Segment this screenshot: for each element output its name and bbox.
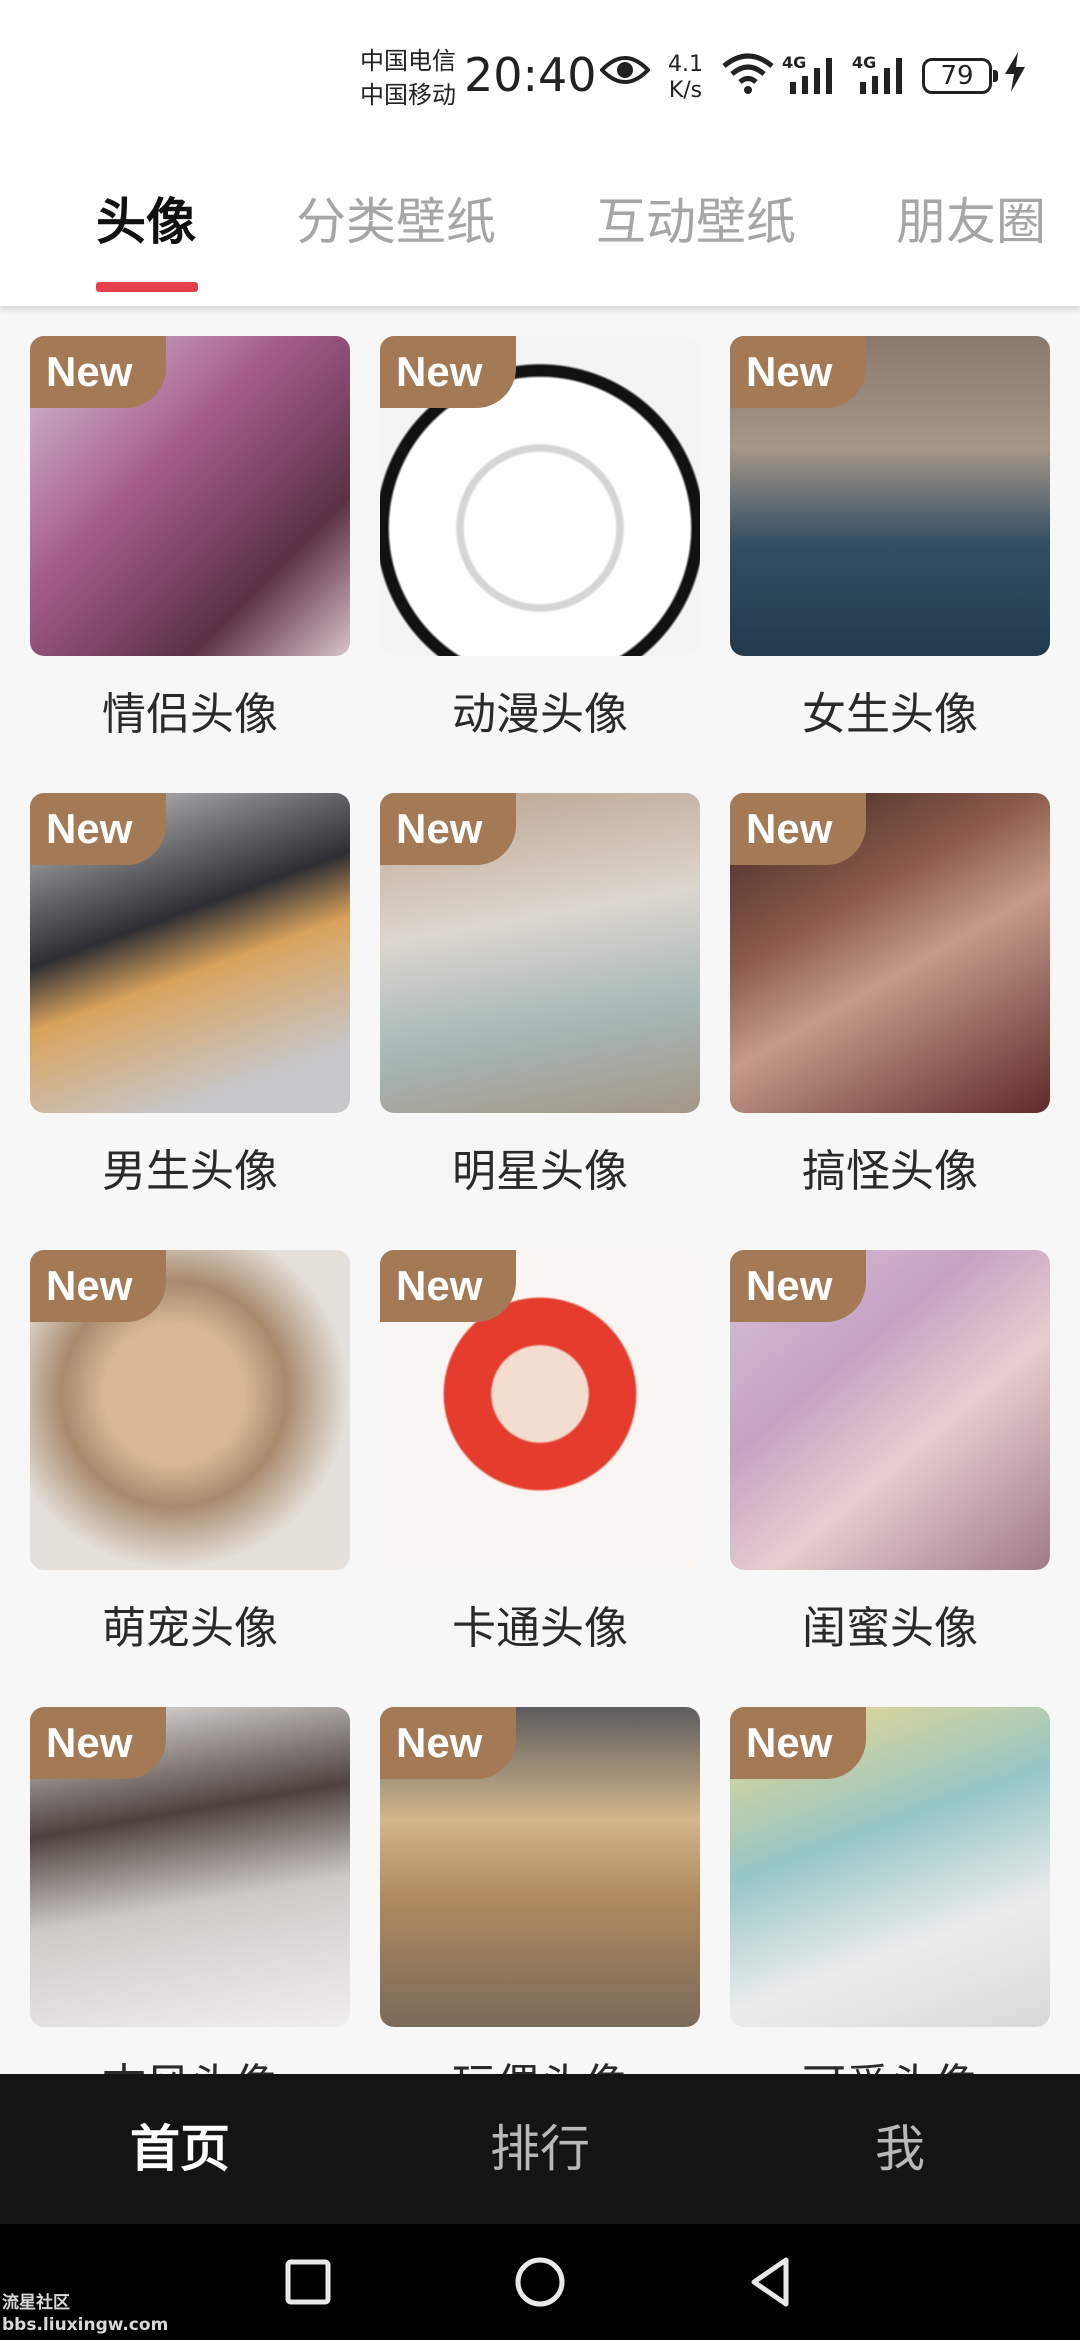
thumbnail-image: New bbox=[380, 336, 700, 656]
battery-icon: 79 bbox=[922, 58, 998, 94]
grid-item-label: 古风头像 bbox=[30, 2049, 350, 2074]
grid-item-anime[interactable]: New 动漫头像 bbox=[380, 336, 700, 742]
thumbnail-image: New bbox=[730, 1250, 1050, 1570]
back-icon[interactable] bbox=[742, 2252, 802, 2312]
tab-avatar[interactable]: 头像 bbox=[96, 182, 196, 254]
new-badge: New bbox=[380, 793, 516, 865]
tab-interactive-wallpaper[interactable]: 互动壁纸 bbox=[596, 182, 796, 254]
grid-item-label: 搞怪头像 bbox=[802, 1146, 978, 1197]
category-tabs: 头像 分类壁纸 互动壁纸 朋友圈 bbox=[0, 150, 1080, 306]
new-badge: New bbox=[380, 336, 516, 408]
net-speed-value: 4.1 bbox=[668, 52, 703, 77]
signal-icon: 4G bbox=[852, 53, 902, 94]
new-badge: New bbox=[730, 1707, 866, 1779]
signal-1-label: 4G bbox=[782, 53, 806, 72]
grid-item-label: 萌宠头像 bbox=[102, 1603, 278, 1654]
grid-item-ancient-style[interactable]: New 古风头像 bbox=[30, 1707, 350, 2074]
thumbnail-image: New bbox=[30, 336, 350, 656]
charging-icon bbox=[1005, 52, 1025, 92]
grid-item-label: 男生头像 bbox=[102, 1146, 278, 1197]
grid-item-label: 明星头像 bbox=[452, 1146, 628, 1197]
tab-moments[interactable]: 朋友圈 bbox=[896, 182, 1046, 254]
carrier-2: 中国移动 bbox=[360, 81, 456, 109]
grid-item-celebrity[interactable]: New 明星头像 bbox=[380, 793, 700, 1199]
grid-item-label: 闺蜜头像 bbox=[802, 1603, 978, 1654]
net-speed-unit: K/s bbox=[668, 78, 703, 103]
status-bar: 中国电信 中国移动 20:40 4.1 K/s 4G 4G 79 bbox=[0, 0, 1080, 150]
watermark: 流星社区 bbs.liuxingw.com bbox=[2, 2292, 168, 2336]
carrier-1: 中国电信 bbox=[360, 47, 456, 75]
thumbnail-image: New bbox=[380, 1250, 700, 1570]
grid-item-cute[interactable]: New 可爱头像 bbox=[730, 1707, 1050, 2074]
grid-item-funny[interactable]: New 搞怪头像 bbox=[730, 793, 1050, 1199]
thumbnail-image: New bbox=[730, 336, 1050, 656]
avatar-category-grid: New 情侣头像 New 动漫头像 New 女生头像 New 男生头像 New … bbox=[0, 306, 1080, 2074]
wifi-icon bbox=[722, 53, 774, 94]
home-icon[interactable] bbox=[510, 2252, 570, 2312]
thumbnail-image: New bbox=[380, 1707, 700, 2027]
nav-me[interactable]: 我 bbox=[720, 2074, 1080, 2224]
nav-ranking[interactable]: 排行 bbox=[360, 2074, 720, 2224]
grid-item-label: 可爱头像 bbox=[730, 2049, 1050, 2074]
grid-item-label: 情侣头像 bbox=[102, 689, 278, 740]
new-badge: New bbox=[30, 793, 166, 865]
signal-2-label: 4G bbox=[852, 53, 876, 72]
clock: 20:40 bbox=[464, 48, 597, 102]
system-navigation-bar: 流星社区 bbs.liuxingw.com bbox=[0, 2224, 1080, 2340]
carrier-info: 中国电信 中国移动 bbox=[360, 44, 456, 112]
new-badge: New bbox=[30, 336, 166, 408]
grid-item-doll[interactable]: New 玩偶头像 bbox=[380, 1707, 700, 2074]
new-badge: New bbox=[730, 1250, 866, 1322]
watermark-line-1: 流星社区 bbox=[2, 2293, 70, 2313]
grid-item-pet[interactable]: New 萌宠头像 bbox=[30, 1250, 350, 1656]
thumbnail-image: New bbox=[730, 1707, 1050, 2027]
grid-item-bestie[interactable]: New 闺蜜头像 bbox=[730, 1250, 1050, 1656]
thumbnail-image: New bbox=[730, 793, 1050, 1113]
grid-item-boy[interactable]: New 男生头像 bbox=[30, 793, 350, 1199]
new-badge: New bbox=[380, 1707, 516, 1779]
tab-category-wallpaper[interactable]: 分类壁纸 bbox=[296, 182, 496, 254]
thumbnail-image: New bbox=[30, 1707, 350, 2027]
nav-home[interactable]: 首页 bbox=[0, 2074, 360, 2224]
grid-item-label: 女生头像 bbox=[802, 689, 978, 740]
thumbnail-image: New bbox=[30, 793, 350, 1113]
new-badge: New bbox=[30, 1707, 166, 1779]
grid-item-label: 卡通头像 bbox=[452, 1603, 628, 1654]
new-badge: New bbox=[30, 1250, 166, 1322]
grid-item-couple[interactable]: New 情侣头像 bbox=[30, 336, 350, 742]
new-badge: New bbox=[380, 1250, 516, 1322]
new-badge: New bbox=[730, 793, 866, 865]
active-tab-indicator bbox=[96, 282, 198, 292]
grid-item-label: 玩偶头像 bbox=[380, 2049, 700, 2074]
eye-icon bbox=[600, 56, 650, 84]
net-speed: 4.1 K/s bbox=[668, 52, 703, 104]
new-badge: New bbox=[730, 336, 866, 408]
grid-item-label: 动漫头像 bbox=[452, 689, 628, 740]
thumbnail-image: New bbox=[30, 1250, 350, 1570]
watermark-line-2: bbs.liuxingw.com bbox=[2, 2315, 169, 2335]
recent-apps-icon[interactable] bbox=[278, 2252, 338, 2312]
thumbnail-image: New bbox=[380, 793, 700, 1113]
grid-item-girl[interactable]: New 女生头像 bbox=[730, 336, 1050, 742]
signal-icon: 4G bbox=[782, 53, 832, 94]
bottom-navigation: 首页 排行 我 bbox=[0, 2074, 1080, 2224]
grid-item-cartoon[interactable]: New 卡通头像 bbox=[380, 1250, 700, 1656]
